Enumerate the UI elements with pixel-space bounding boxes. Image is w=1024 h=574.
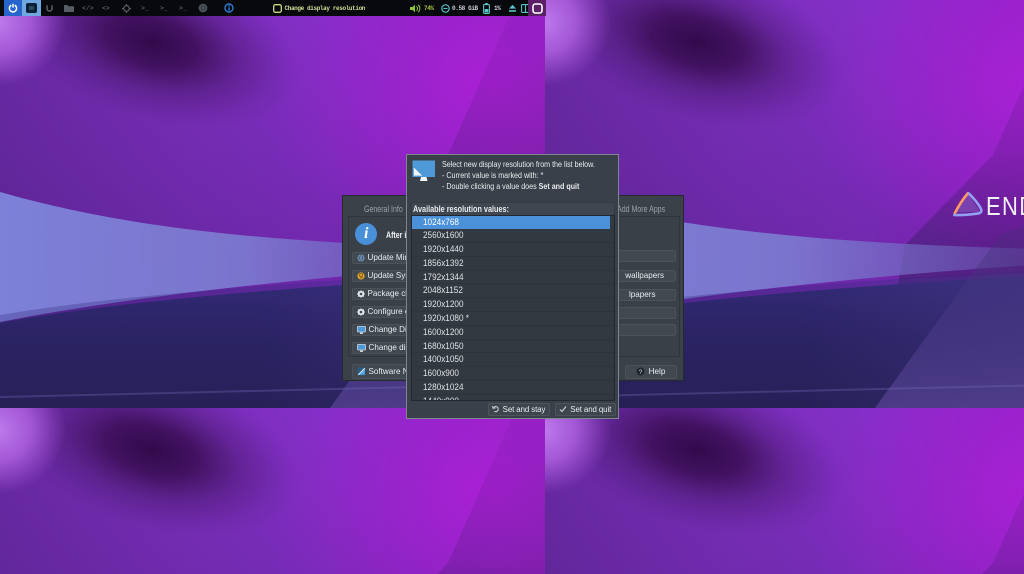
svg-text:?: ?: [638, 369, 642, 376]
